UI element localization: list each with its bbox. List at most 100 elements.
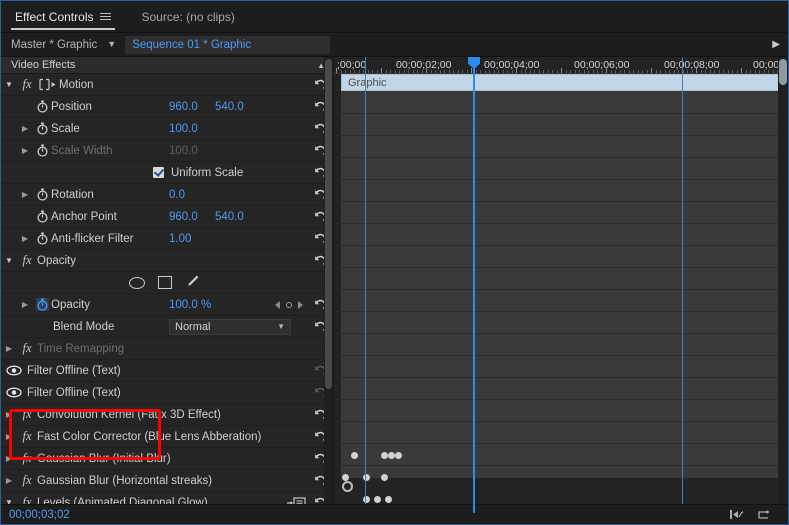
ruler-tick: [718, 70, 720, 73]
disclosure-triangle-closed[interactable]: ▶: [1, 344, 17, 353]
parameter-row[interactable]: ▶ fx Time Remapping: [1, 338, 333, 360]
ellipse-mask-icon[interactable]: [129, 276, 145, 289]
parameter-row[interactable]: ▼ fx Opacity: [1, 250, 333, 272]
parameter-row[interactable]: Anchor Point 960.0 540.0: [1, 206, 333, 228]
keyframe-dot[interactable]: [395, 452, 402, 459]
status-bar: 00;00;03;02: [1, 504, 788, 524]
video-effects-section-header[interactable]: Video Effects ▲: [1, 57, 333, 74]
loop-playback-icon[interactable]: [757, 509, 772, 521]
parameter-label: Gaussian Blur (Initial Blur): [37, 452, 171, 465]
ruler-tick: [633, 70, 634, 73]
stopwatch-toggle-icon[interactable]: [33, 231, 51, 246]
blend-mode-dropdown[interactable]: Normal ▼: [169, 318, 291, 335]
keyframe-dot[interactable]: [351, 452, 358, 459]
parameter-row[interactable]: ▶ Scale Width 100.0: [1, 140, 333, 162]
parameter-value-1[interactable]: 100.0 %: [169, 299, 231, 311]
timeline-scrollbar[interactable]: [778, 57, 788, 513]
parameter-row[interactable]: ▶ fx Convolution Kernel (Faux 3D Effect): [1, 404, 333, 426]
tab-source-label[interactable]: Source: (no clips): [141, 10, 234, 24]
disclosure-triangle-open[interactable]: ▼: [1, 80, 17, 89]
keyframe-dot[interactable]: [381, 474, 388, 481]
disclosure-triangle-closed[interactable]: ▶: [17, 190, 33, 199]
parameter-value-1[interactable]: 0.0: [169, 189, 231, 201]
ruler-tick: [579, 70, 580, 73]
disclosure-triangle-closed[interactable]: ▶: [1, 410, 17, 419]
keyframe-dot[interactable]: [388, 452, 395, 459]
add-keyframe-icon[interactable]: [286, 301, 292, 308]
ruler-tick: [381, 68, 382, 73]
parameter-value-1[interactable]: 100.0: [169, 123, 231, 135]
disclosure-triangle-closed[interactable]: ▶: [17, 300, 33, 309]
keyframe-dot[interactable]: [374, 496, 381, 503]
ruler-tick: [678, 70, 679, 73]
ruler-tick: [345, 70, 346, 73]
parameter-row[interactable]: ▶ Opacity 100.0 %: [1, 294, 333, 316]
parameter-row[interactable]: Blend Mode Normal ▼: [1, 316, 333, 338]
rectangle-mask-icon[interactable]: [158, 276, 172, 289]
eye-icon[interactable]: [1, 387, 27, 398]
ruler-tick: [750, 70, 751, 73]
keyframe-dot[interactable]: [381, 452, 388, 459]
parameter-value-2[interactable]: 540.0: [215, 211, 277, 223]
parameter-row[interactable]: ▶ fx Gaussian Blur (Initial Blur): [1, 448, 333, 470]
track-separator: [334, 333, 788, 334]
clip-bar[interactable]: Graphic: [341, 74, 779, 91]
timeline-scrollbar-thumb[interactable]: [779, 59, 787, 85]
stopwatch-toggle-icon[interactable]: [33, 297, 51, 312]
parameter-row[interactable]: ▶ Scale 100.0: [1, 118, 333, 140]
ruler-tick: [421, 70, 423, 73]
stopwatch-toggle-icon[interactable]: [33, 143, 51, 158]
parameter-row[interactable]: Filter Offline (Text): [1, 382, 333, 404]
sequence-selector[interactable]: Sequence 01 * Graphic: [125, 35, 331, 54]
parameter-row[interactable]: Position 960.0 540.0: [1, 96, 333, 118]
playhead[interactable]: [468, 57, 480, 513]
parameter-row[interactable]: Filter Offline (Text): [1, 360, 333, 382]
next-keyframe-icon[interactable]: [298, 300, 303, 309]
parameters-scrollbar[interactable]: [324, 57, 333, 513]
keyframe-interpolation-icon[interactable]: [730, 509, 745, 520]
parameters-scrollbar-thumb[interactable]: [325, 59, 332, 389]
parameter-row[interactable]: ▶ Anti-flicker Filter 1.00: [1, 228, 333, 250]
ruler-tick: [412, 70, 414, 73]
hamburger-menu-icon[interactable]: [100, 13, 112, 20]
parameter-row[interactable]: ▶ fx Gaussian Blur (Horizontal streaks): [1, 470, 333, 492]
pen-mask-icon[interactable]: [185, 274, 200, 292]
stopwatch-toggle-icon[interactable]: [33, 99, 51, 114]
current-timecode[interactable]: 00;00;03;02: [1, 509, 70, 521]
disclosure-triangle-open[interactable]: ▼: [1, 256, 17, 265]
parameter-row[interactable]: ▶ Rotation 0.0: [1, 184, 333, 206]
parameter-value-2[interactable]: 540.0: [215, 101, 277, 113]
keyframe-dot[interactable]: [342, 474, 349, 481]
stopwatch-toggle-icon[interactable]: [33, 187, 51, 202]
disclosure-triangle-closed[interactable]: ▶: [17, 234, 33, 243]
parameter-row[interactable]: [1, 272, 333, 294]
effect-controls-window: Effect Controls Source: (no clips) Maste…: [0, 0, 789, 525]
parameter-value-1[interactable]: 1.00: [169, 233, 231, 245]
parameter-label: Rotation: [51, 188, 94, 201]
disclosure-triangle-closed[interactable]: ▶: [1, 432, 17, 441]
play-arrow-icon[interactable]: ▶: [772, 39, 780, 50]
parameter-row[interactable]: ▼ fx Motion: [1, 74, 333, 96]
disclosure-triangle-closed[interactable]: ▶: [1, 476, 17, 485]
parameter-row[interactable]: Uniform Scale: [1, 162, 333, 184]
parameter-label: Blend Mode: [53, 320, 115, 333]
track-separator: [334, 399, 788, 400]
previous-keyframe-icon[interactable]: [275, 300, 280, 309]
disclosure-triangle-closed[interactable]: ▶: [17, 124, 33, 133]
ruler-tick: [475, 70, 477, 73]
stopwatch-toggle-icon[interactable]: [33, 121, 51, 136]
ruler-tick: [525, 70, 526, 73]
parameter-row[interactable]: ▶ fx Fast Color Corrector (Blue Lens Abber…: [1, 426, 333, 448]
uniform-scale-checkbox[interactable]: [153, 167, 164, 178]
eye-icon[interactable]: [1, 365, 27, 376]
timeline-ruler[interactable]: ;00;00 00;00;02;00 00;00;04;00 00;00;06;00 0…: [334, 57, 788, 74]
stopwatch-toggle-icon[interactable]: [33, 209, 51, 224]
track-separator: [334, 465, 788, 466]
chevron-down-icon[interactable]: ▼: [107, 40, 116, 49]
tab-effect-controls[interactable]: Effect Controls: [11, 1, 116, 33]
track-end-marker-icon[interactable]: [342, 481, 353, 492]
keyframe-dot[interactable]: [385, 496, 392, 503]
parameter-value-1[interactable]: 100.0: [169, 145, 231, 157]
disclosure-triangle-closed[interactable]: ▶: [1, 454, 17, 463]
disclosure-triangle-closed[interactable]: ▶: [17, 146, 33, 155]
